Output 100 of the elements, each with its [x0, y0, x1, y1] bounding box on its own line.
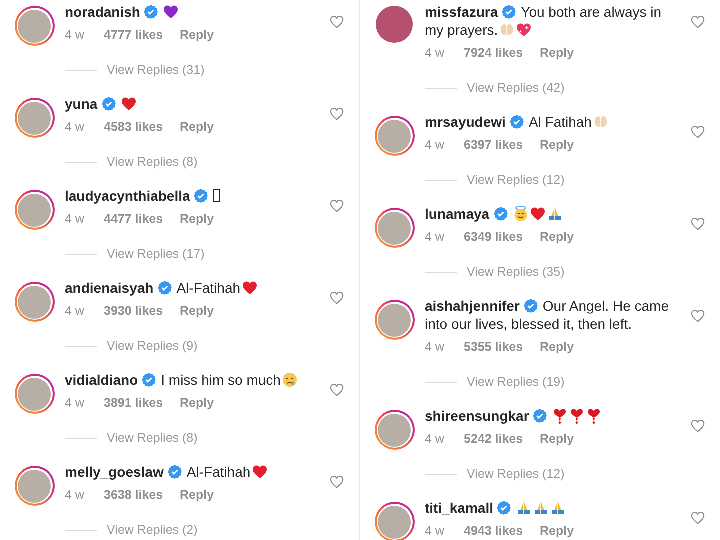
story-ring[interactable] [14, 98, 54, 138]
comment-text: I miss him so much [161, 372, 281, 388]
reply-link[interactable]: Reply [180, 394, 214, 412]
reply-link[interactable]: Reply [540, 522, 574, 540]
username[interactable]: melly_goeslaw [65, 464, 164, 480]
view-replies-link[interactable]: View Replies (9) [107, 339, 198, 353]
like-heart-icon[interactable] [691, 419, 705, 433]
sparkle-heart-icon [516, 22, 532, 38]
like-count[interactable]: 4943 likes [464, 522, 540, 540]
comment-text: Al-Fatihah [186, 464, 251, 480]
like-heart-icon[interactable] [330, 383, 344, 397]
like-count[interactable]: 4583 likes [104, 118, 180, 136]
story-ring[interactable] [14, 190, 54, 230]
username[interactable]: mrsayudewi [425, 114, 506, 130]
heart-icon [120, 96, 137, 112]
like-heart-icon[interactable] [330, 291, 344, 305]
story-ring[interactable] [14, 466, 54, 506]
comment-time: 4 w [65, 211, 86, 228]
like-count[interactable]: 3638 likes [104, 486, 180, 504]
avatar-photo [18, 286, 51, 318]
view-replies-link[interactable]: View Replies (31) [107, 63, 205, 77]
username[interactable]: yuna [65, 96, 98, 112]
story-ring[interactable] [374, 116, 414, 156]
comment-time: 4 w [425, 523, 446, 540]
view-replies-link[interactable]: View Replies (12) [467, 173, 565, 187]
like-heart-icon[interactable] [330, 475, 344, 489]
like-count[interactable]: 6349 likes [464, 228, 540, 246]
view-replies-link[interactable]: View Replies (2) [107, 523, 198, 537]
avatar-photo [18, 10, 51, 42]
view-replies-link[interactable]: View Replies (19) [467, 375, 565, 389]
reply-link[interactable]: Reply [540, 44, 574, 62]
like-count[interactable]: 4477 likes [104, 210, 180, 228]
username[interactable]: lunamaya [425, 206, 490, 222]
avatar-photo [378, 212, 411, 244]
reply-link[interactable]: Reply [540, 430, 574, 448]
username[interactable]: vidialdiano [65, 372, 138, 388]
view-replies-link[interactable]: View Replies (8) [107, 155, 198, 169]
avatar-photo[interactable] [376, 6, 413, 43]
like-heart-icon[interactable] [330, 107, 344, 121]
like-heart-icon[interactable] [691, 217, 705, 231]
like-count[interactable]: 7924 likes [464, 44, 540, 62]
comment-text: Our Angel. He came [542, 298, 669, 314]
like-count[interactable]: 4777 likes [104, 26, 180, 44]
story-ring[interactable] [374, 502, 414, 540]
like-count[interactable]: 5355 likes [464, 338, 540, 356]
comment-text: into our lives, blessed it, then left. [425, 316, 632, 332]
reply-link[interactable]: Reply [180, 486, 214, 504]
username[interactable]: shireensungkar [425, 408, 530, 424]
story-ring[interactable] [374, 300, 414, 340]
heart-exclamation-icon [552, 408, 568, 424]
story-ring[interactable] [14, 282, 54, 322]
reply-link[interactable]: Reply [540, 136, 574, 154]
username[interactable]: laudyacynthiabella [65, 188, 190, 204]
comment-time: 4 w [65, 487, 86, 504]
reply-link[interactable]: Reply [180, 210, 214, 228]
like-count[interactable]: 3930 likes [104, 302, 180, 320]
story-ring[interactable] [374, 410, 414, 450]
story-ring[interactable] [14, 374, 54, 414]
crying-face-icon [282, 372, 298, 388]
comment-time: 4 w [65, 395, 86, 412]
missing-glyph-icon [213, 188, 222, 204]
view-replies-link[interactable]: View Replies (35) [467, 265, 565, 279]
like-heart-icon[interactable] [691, 15, 705, 29]
username[interactable]: titi_kamall [425, 500, 494, 516]
praying-hands-icon [516, 500, 532, 516]
username[interactable]: missfazura [425, 4, 498, 20]
like-heart-icon[interactable] [330, 15, 344, 29]
username[interactable]: noradanish [65, 4, 140, 20]
praying-hands-icon [546, 206, 563, 222]
like-heart-icon[interactable] [330, 199, 344, 213]
like-heart-icon[interactable] [691, 511, 705, 525]
avatar-photo [18, 194, 51, 226]
username[interactable]: andienaisyah [65, 280, 154, 296]
view-replies-link[interactable]: View Replies (17) [107, 247, 205, 261]
heart-exclamation-icon [586, 408, 602, 424]
reply-link[interactable]: Reply [180, 26, 214, 44]
story-ring[interactable] [14, 6, 54, 46]
reply-link[interactable]: Reply [540, 228, 574, 246]
username[interactable]: aishahjennifer [425, 298, 520, 314]
like-count[interactable]: 6397 likes [464, 136, 540, 154]
like-heart-icon[interactable] [691, 125, 705, 139]
comment-time: 4 w [425, 229, 446, 246]
avatar-photo [378, 120, 411, 152]
halo-face-icon [512, 206, 529, 222]
avatar-photo [378, 506, 411, 538]
view-replies-link[interactable]: View Replies (42) [467, 81, 565, 95]
comment-time: 4 w [425, 137, 446, 154]
reply-link[interactable]: Reply [540, 338, 574, 356]
comment-text: my prayers. [425, 22, 498, 38]
praying-hands-icon [533, 500, 550, 516]
heart-exclamation-icon [569, 408, 586, 424]
story-ring[interactable] [374, 208, 414, 248]
like-count[interactable]: 5242 likes [464, 430, 540, 448]
avatar-photo [378, 414, 411, 446]
like-count[interactable]: 3891 likes [104, 394, 180, 412]
view-replies-link[interactable]: View Replies (12) [467, 467, 565, 481]
reply-link[interactable]: Reply [180, 118, 214, 136]
like-heart-icon[interactable] [691, 309, 705, 323]
reply-link[interactable]: Reply [180, 302, 214, 320]
view-replies-link[interactable]: View Replies (8) [107, 431, 198, 445]
